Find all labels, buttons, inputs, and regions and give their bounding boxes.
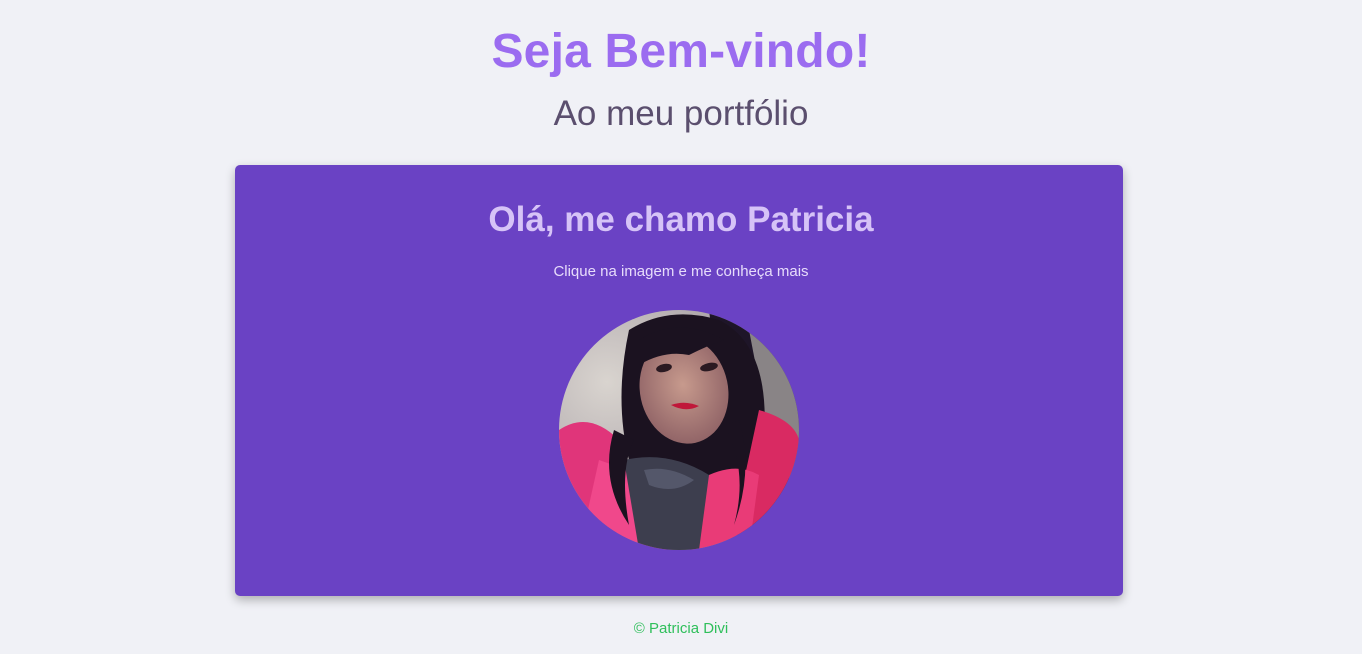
card-hint: Clique na imagem e me conheça mais [553,263,809,280]
profile-photo [559,310,799,550]
welcome-title: Seja Bem-vindo! [491,25,871,78]
footer-copyright: © Patricia Divi [633,620,729,637]
card-heading: Olá, me chamo Patricia [488,200,874,239]
profile-photo-link[interactable] [559,310,799,550]
welcome-subtitle: Ao meu portfólio [553,94,809,133]
